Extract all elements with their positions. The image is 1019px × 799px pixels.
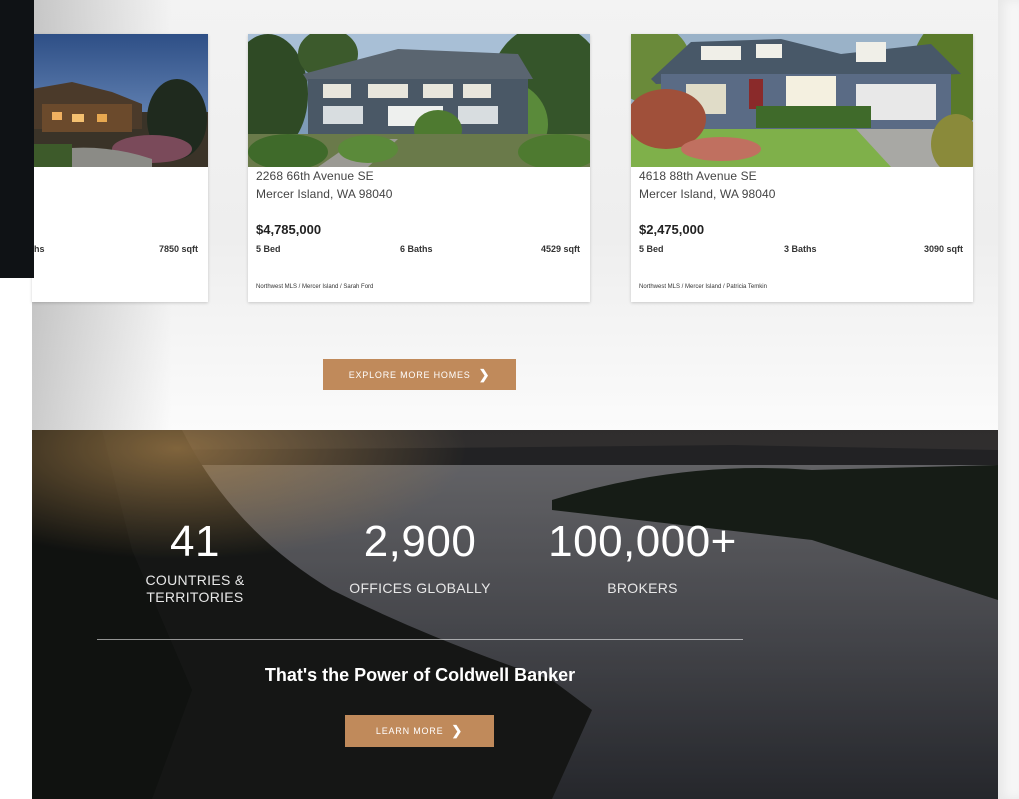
tagline: That's the Power of Coldwell Banker — [264, 665, 576, 685]
chevron-right-icon: ❯ — [478, 366, 491, 382]
page-right-margin — [998, 0, 1019, 799]
listing-address-line2: Mercer Island, WA 98040 — [639, 187, 776, 201]
listing-baths: 3 Baths — [784, 244, 817, 254]
explore-button-label: EXPLORE MORE HOMES — [348, 369, 471, 380]
stat-number: 2,900 — [363, 517, 477, 566]
divider — [97, 639, 743, 640]
listing-sqft: 3090 sqft — [923, 244, 963, 254]
stat-label: COUNTRIES & TERRITORIES — [145, 572, 245, 605]
listing-sqft: 4529 sqft — [540, 244, 580, 254]
stat-number: 100,000+ — [548, 517, 737, 566]
stat-label: BROKERS — [607, 580, 678, 596]
listing-card[interactable]: 2268 66th Avenue SE Mercer Island, WA 98… — [248, 34, 590, 302]
listing-price: $2,475,000 — [639, 222, 705, 237]
listing-mls: Northwest MLS / Mercer Island / Sarah Fo… — [256, 284, 374, 290]
chevron-right-icon: ❯ — [451, 723, 464, 738]
listing-address-line2: Mercer Island, WA 98040 — [256, 187, 393, 201]
listing-card[interactable]: aths 7850 sqft — [32, 34, 208, 302]
listing-address-line1: 4618 88th Avenue SE — [639, 169, 757, 183]
lake-background-image — [32, 430, 998, 799]
listing-address-line1: 2268 66th Avenue SE — [256, 169, 374, 183]
listing-beds: 5 Bed — [639, 244, 664, 254]
learn-more-button[interactable]: LEARN MORE ❯ — [345, 715, 494, 747]
listing-photo[interactable] — [32, 34, 208, 167]
listing-price: $4,785,000 — [256, 222, 322, 237]
listing-card[interactable]: 4618 88th Avenue SE Mercer Island, WA 98… — [631, 34, 973, 302]
listing-photo[interactable] — [631, 34, 973, 167]
listing-mls: Northwest MLS / Mercer Island / Patricia… — [639, 284, 767, 290]
side-panel — [0, 0, 34, 278]
stat-number: 41 — [170, 517, 220, 566]
listing-baths: 6 Baths — [400, 244, 433, 254]
listing-photo[interactable] — [248, 34, 590, 167]
stats-section — [32, 430, 998, 799]
learn-button-label: LEARN MORE — [375, 726, 444, 736]
listing-beds: 5 Bed — [256, 244, 281, 254]
explore-more-homes-button[interactable]: EXPLORE MORE HOMES ❯ — [323, 359, 516, 390]
stat-label: OFFICES GLOBALLY — [349, 580, 491, 596]
listing-sqft: 7850 sqft — [158, 244, 198, 254]
